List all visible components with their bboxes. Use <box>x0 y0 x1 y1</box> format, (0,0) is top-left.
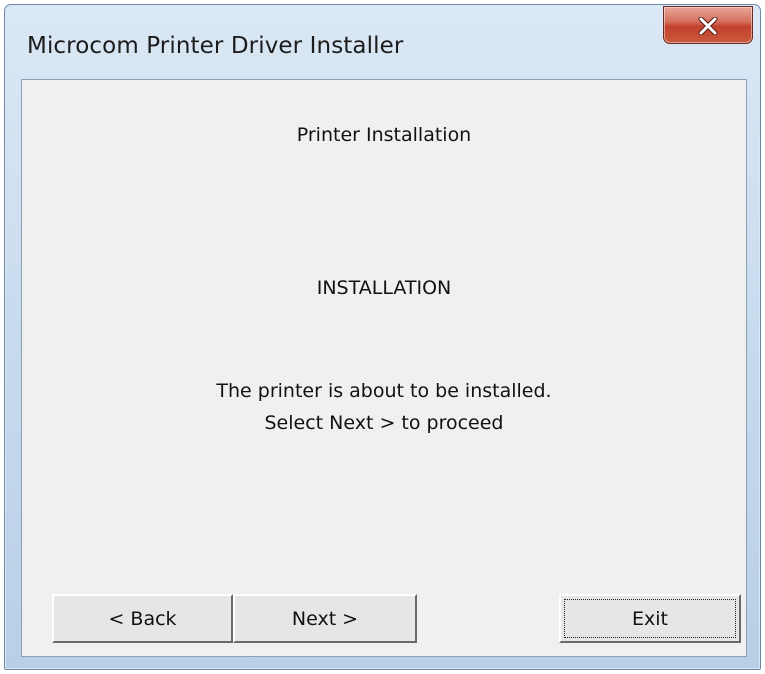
exit-button-label: Exit <box>564 599 736 638</box>
dialog-content: Printer Installation INSTALLATION The pr… <box>21 79 747 657</box>
page-heading: Printer Installation <box>296 124 472 146</box>
section-title: INSTALLATION <box>316 277 452 299</box>
window-title: Microcom Printer Driver Installer <box>27 33 404 59</box>
exit-button[interactable]: Exit <box>559 594 741 643</box>
close-button[interactable] <box>663 6 753 44</box>
installer-window: Microcom Printer Driver Installer Printe… <box>4 4 761 670</box>
instruction-line-2: Select Next > to proceed <box>264 412 504 434</box>
next-button[interactable]: Next > <box>233 594 417 643</box>
title-bar[interactable]: Microcom Printer Driver Installer <box>5 5 760 79</box>
back-button[interactable]: < Back <box>52 594 233 643</box>
instruction-line-1: The printer is about to be installed. <box>216 380 552 402</box>
close-icon <box>698 17 718 35</box>
